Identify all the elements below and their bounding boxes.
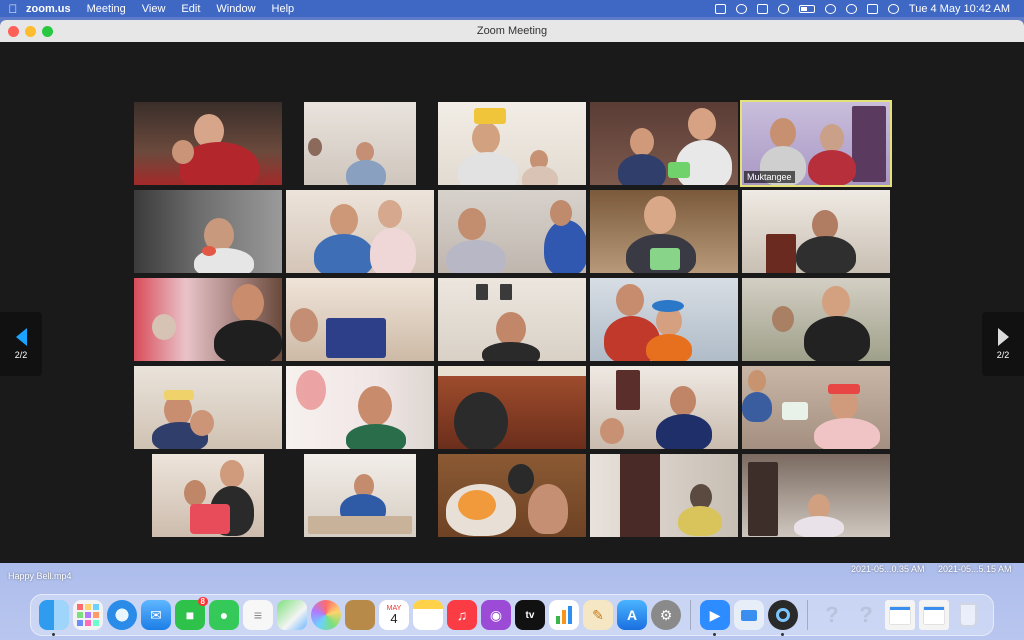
video-tile-active[interactable]: Muktangee	[740, 100, 892, 187]
notes-icon[interactable]	[413, 600, 443, 630]
mute-status-icon[interactable]	[777, 3, 789, 14]
previous-page-button[interactable]: 2/2	[0, 312, 42, 376]
video-tile[interactable]	[742, 454, 890, 537]
trash-icon[interactable]	[953, 600, 983, 630]
arrow-left-icon	[15, 328, 27, 346]
clock[interactable]: Tue 4 May 10:42 AM	[909, 3, 1010, 15]
user-icon[interactable]	[887, 3, 899, 14]
system-preferences-icon[interactable]: ⚙	[651, 600, 681, 630]
reminders-icon[interactable]: ≡	[243, 600, 273, 630]
menu-view[interactable]: View	[142, 3, 166, 15]
title-bar: Zoom Meeting	[0, 20, 1024, 43]
photos-icon[interactable]	[311, 600, 341, 630]
video-tile[interactable]	[134, 278, 282, 361]
zoom-status-icon[interactable]	[714, 3, 726, 14]
video-tile[interactable]	[286, 190, 434, 273]
video-tile[interactable]	[438, 454, 586, 537]
video-tile[interactable]	[304, 454, 416, 537]
music-icon[interactable]: ♫	[447, 600, 477, 630]
menu-app-name[interactable]: zoom.us	[26, 3, 71, 15]
control-center-icon[interactable]	[866, 3, 878, 14]
video-tile[interactable]	[438, 102, 586, 185]
play-status-icon[interactable]	[735, 3, 747, 14]
video-tile[interactable]	[438, 190, 586, 273]
search-icon[interactable]	[845, 3, 857, 14]
running-indicator	[713, 633, 716, 636]
dock: ✉ ■ 8 ● ≡ MAY 4 ♫ ◉ tv ✎ A ⚙ ▶ ? ?	[30, 594, 994, 636]
apple-tv-label: tv	[525, 609, 535, 621]
video-tile[interactable]	[134, 102, 282, 185]
menu-bar:  zoom.us Meeting View Edit Window Help …	[0, 0, 1024, 17]
running-indicator	[781, 633, 784, 636]
menu-help[interactable]: Help	[272, 3, 295, 15]
numbers-icon[interactable]	[549, 600, 579, 630]
app-store-icon[interactable]: A	[617, 600, 647, 630]
document-thumbnail-icon[interactable]	[885, 600, 915, 630]
arrow-right-icon	[997, 328, 1009, 346]
quicktime-icon[interactable]	[768, 600, 798, 636]
dock-separator	[807, 600, 808, 630]
pages-icon[interactable]: ✎	[583, 600, 613, 630]
video-tile[interactable]	[134, 190, 282, 273]
video-tile[interactable]	[438, 278, 586, 361]
running-indicator	[52, 633, 55, 636]
apple-icon[interactable]: 	[0, 2, 26, 16]
page-indicator: 2/2	[14, 350, 28, 360]
launchpad-icon[interactable]	[73, 600, 103, 630]
video-tile[interactable]	[590, 366, 738, 449]
zoom-icon[interactable]: ▶	[700, 600, 730, 636]
video-tile[interactable]	[304, 102, 416, 185]
battery-icon[interactable]	[798, 4, 815, 13]
calendar-icon[interactable]: MAY 4	[379, 600, 409, 630]
video-tile[interactable]	[152, 454, 264, 537]
menu-window[interactable]: Window	[216, 3, 255, 15]
messages-icon[interactable]: ●	[209, 600, 239, 630]
video-tile[interactable]	[286, 366, 434, 449]
maps-icon[interactable]	[277, 600, 307, 630]
window-title: Zoom Meeting	[476, 25, 548, 37]
notification-badge: 8	[197, 597, 208, 606]
video-tile[interactable]	[742, 366, 890, 449]
wifi-icon[interactable]	[824, 3, 836, 14]
podcasts-icon[interactable]: ◉	[481, 600, 511, 630]
keynote-icon[interactable]	[734, 600, 764, 630]
next-page-button[interactable]: 2/2	[982, 312, 1024, 376]
document-thumbnail-icon[interactable]	[919, 600, 949, 630]
video-tile[interactable]	[134, 366, 282, 449]
calendar-day: 4	[390, 611, 398, 626]
screen-status-icon[interactable]	[756, 3, 768, 14]
video-tile[interactable]	[742, 190, 890, 273]
question-mark-icon[interactable]: ?	[851, 600, 881, 630]
desktop-file-label[interactable]: 2021-05...5.15 AM	[938, 564, 1012, 574]
finder-icon[interactable]	[39, 600, 69, 636]
apple-tv-icon[interactable]: tv	[515, 600, 545, 630]
question-mark-icon[interactable]: ?	[817, 600, 847, 630]
video-tile[interactable]	[590, 102, 738, 185]
contacts-icon[interactable]	[345, 600, 375, 630]
desktop-file-label[interactable]: 2021-05...0.35 AM	[851, 564, 925, 574]
mail-icon[interactable]: ✉	[141, 600, 171, 630]
safari-icon[interactable]	[107, 600, 137, 630]
status-area: Tue 4 May 10:42 AM	[714, 3, 1024, 15]
menu-edit[interactable]: Edit	[181, 3, 200, 15]
video-tile[interactable]	[286, 278, 434, 361]
facetime-icon[interactable]: ■ 8	[175, 597, 208, 630]
video-tile[interactable]	[590, 190, 738, 273]
page-indicator: 2/2	[996, 350, 1010, 360]
video-tile[interactable]	[438, 366, 586, 449]
video-tile[interactable]	[742, 278, 890, 361]
menu-meeting[interactable]: Meeting	[87, 3, 126, 15]
dock-separator	[690, 600, 691, 630]
gallery-view: 2/2 2/2 Muktangee	[0, 42, 1024, 563]
zoom-window: Zoom Meeting 2/2 2/2 Muktangee	[0, 20, 1024, 563]
desktop-file-label[interactable]: Happy Bell.mp4	[8, 571, 72, 581]
video-tile[interactable]	[590, 278, 738, 361]
participant-name: Muktangee	[744, 171, 795, 183]
video-tile[interactable]	[590, 454, 738, 537]
